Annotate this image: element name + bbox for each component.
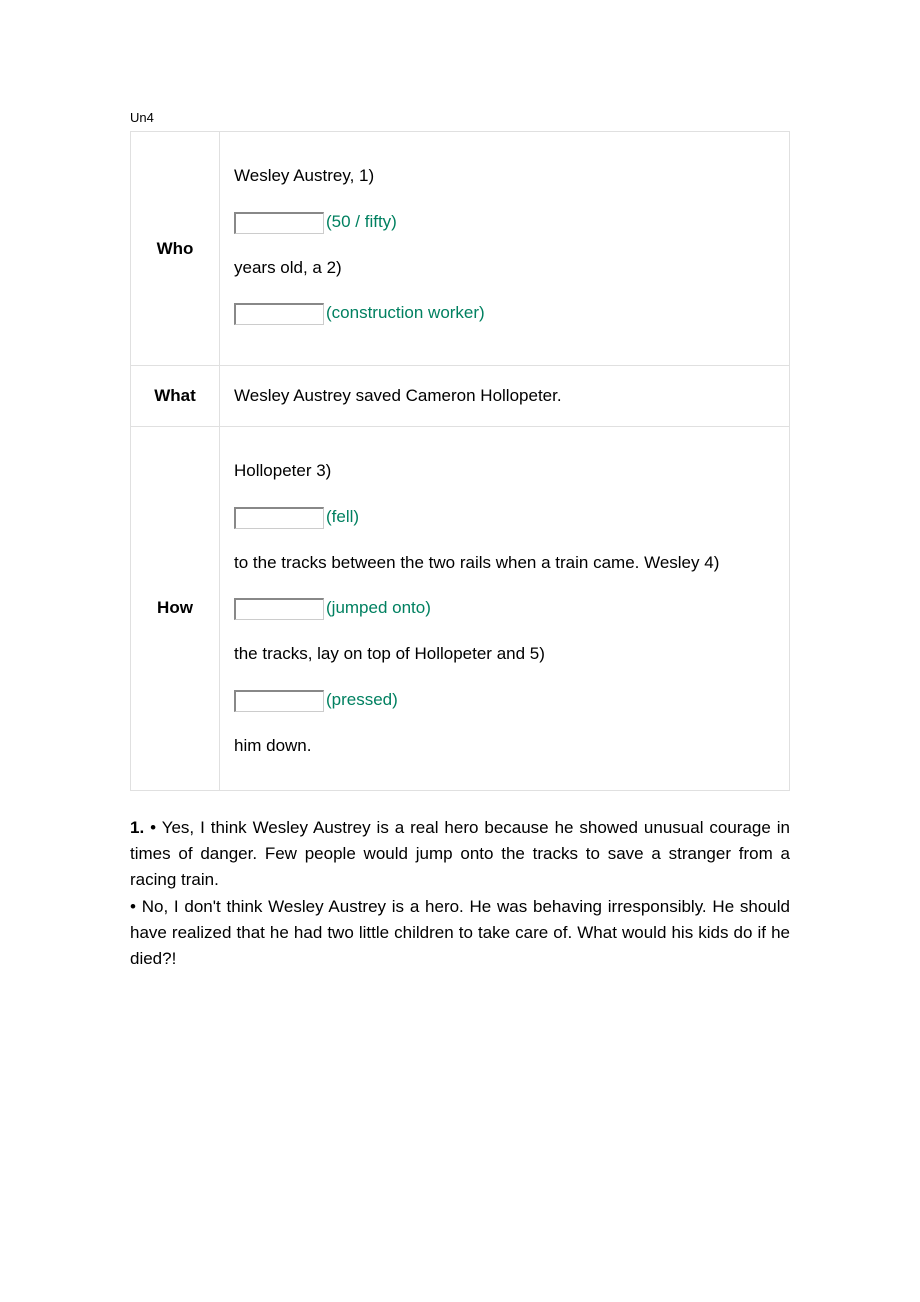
header-label: Un4 — [130, 110, 790, 125]
row-label: Who — [131, 132, 220, 366]
answer-text: (fell) — [324, 505, 359, 529]
input-wrapper: (fell) — [234, 505, 775, 529]
answer-paragraph: 1. • Yes, I think Wesley Austrey is a re… — [130, 815, 790, 973]
table-row: Who Wesley Austrey, 1) (50 / fifty) years o… — [131, 132, 790, 366]
answer-input[interactable] — [234, 690, 324, 712]
answer-input[interactable] — [234, 507, 324, 529]
row-label: What — [131, 366, 220, 427]
paragraph-number: 1. — [130, 818, 144, 837]
row-label: How — [131, 426, 220, 790]
answer-text: (construction worker) — [324, 301, 485, 325]
content-text: Wesley Austrey, 1) — [234, 164, 775, 188]
answer-input[interactable] — [234, 212, 324, 234]
content-text: Wesley Austrey saved Cameron Hollopeter. — [234, 386, 562, 405]
content-text: years old, a 2) — [234, 256, 775, 280]
answer-input[interactable] — [234, 598, 324, 620]
paragraph-no: • No, I don't think Wesley Austrey is a … — [130, 897, 790, 969]
table-body: Who Wesley Austrey, 1) (50 / fifty) years o… — [131, 132, 790, 791]
content-text: the tracks, lay on top of Hollopeter and… — [234, 642, 775, 666]
exercise-table: Who Wesley Austrey, 1) (50 / fifty) years o… — [130, 131, 790, 791]
input-wrapper: (50 / fifty) — [234, 210, 775, 234]
input-wrapper: (jumped onto) — [234, 596, 775, 620]
answer-input[interactable] — [234, 303, 324, 325]
content-text: him down. — [234, 734, 775, 758]
table-row: How Hollopeter 3) (fell) to the tracks betw… — [131, 426, 790, 790]
row-content: Wesley Austrey, 1) (50 / fifty) years old,… — [220, 132, 790, 366]
answer-text: (jumped onto) — [324, 596, 431, 620]
paragraph-yes: • Yes, I think Wesley Austrey is a real … — [130, 818, 790, 890]
row-content: Wesley Austrey saved Cameron Hollopeter. — [220, 366, 790, 427]
input-wrapper: (pressed) — [234, 688, 775, 712]
answer-text: (50 / fifty) — [324, 210, 397, 234]
content-text: to the tracks between the two rails when… — [234, 551, 775, 575]
page: Un4 Who Wesley Austrey, 1) (50 / fifty) yea… — [0, 0, 920, 1073]
content-text: Hollopeter 3) — [234, 459, 775, 483]
answer-text: (pressed) — [324, 688, 398, 712]
row-content: Hollopeter 3) (fell) to the tracks between… — [220, 426, 790, 790]
input-wrapper: (construction worker) — [234, 301, 775, 325]
table-row: What Wesley Austrey saved Cameron Hollope… — [131, 366, 790, 427]
